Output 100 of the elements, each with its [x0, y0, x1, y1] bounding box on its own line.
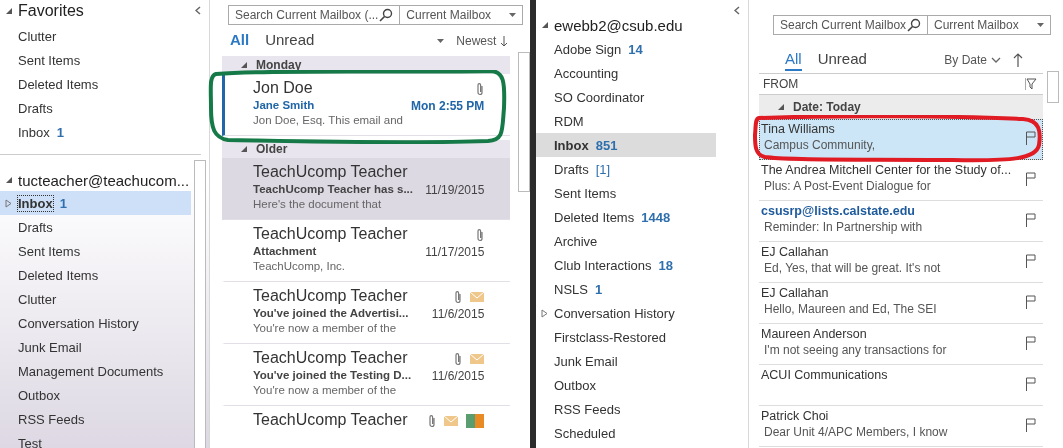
message-item[interactable]: Jon Doe Jane Smith Mon 2:55 PM Jon Doe, Esq. This email and [222, 74, 511, 136]
scope-dropdown[interactable]: Current Mailbox [400, 5, 524, 25]
filter-tab[interactable]: All [230, 31, 250, 52]
folder-item[interactable]: Sent Items [0, 48, 191, 72]
flag-icon[interactable] [1025, 172, 1037, 186]
collapse-pane-icon[interactable] [734, 6, 740, 15]
folder-item[interactable]: Inbox 851 [536, 133, 716, 157]
flag-icon[interactable] [1025, 377, 1037, 391]
filter-icon[interactable] [1025, 78, 1037, 90]
sort-direction-icon[interactable] [1013, 53, 1023, 67]
folder-item[interactable]: Scheduled [536, 421, 716, 445]
group-header[interactable]: Older [256, 142, 288, 156]
folder-item[interactable]: Archive [536, 229, 716, 253]
dropdown-caret-icon[interactable] [1037, 23, 1044, 27]
folder-item[interactable]: Deleted Items 1448 [536, 205, 716, 229]
collapse-triangle-icon[interactable] [240, 61, 248, 69]
account-header[interactable]: tucteacher@teachucom... [18, 171, 190, 189]
message-item[interactable]: csusrp@lists.calstate.edu Reminder: In Partnership with [759, 201, 1043, 242]
folder-item[interactable]: Junk Email [0, 335, 191, 359]
folder-item[interactable]: NSLS 1 [536, 277, 716, 301]
folder-item[interactable]: Deleted Items [0, 263, 191, 287]
folder-item[interactable]: Test [0, 431, 191, 448]
flag-icon[interactable] [1025, 131, 1037, 145]
folder-item[interactable]: Drafts [0, 96, 191, 120]
envelope-icon [444, 416, 459, 426]
folder-item[interactable]: Conversation History [0, 311, 191, 335]
folder-item[interactable]: Management Documents [0, 359, 191, 383]
category-icon [466, 414, 485, 428]
folder-item[interactable]: Inbox 1 [0, 120, 191, 144]
paperclip-icon [476, 82, 485, 96]
message-item[interactable]: TeachUcomp Teacher You've joined the Testing D... 11/6/2015 You're now a member of the [222, 344, 511, 406]
filter-tab[interactable]: Unread [265, 31, 315, 52]
folder-item[interactable]: Accounting [536, 61, 716, 85]
search-icon[interactable] [907, 18, 921, 32]
search-field[interactable]: Search Current Mailbox [773, 15, 928, 35]
folder-item[interactable]: Club Interactions 18 [536, 253, 716, 277]
flag-icon[interactable] [1025, 295, 1037, 309]
dropdown-caret-icon[interactable] [509, 13, 517, 17]
collapse-triangle-icon[interactable] [5, 7, 13, 15]
search-field[interactable]: Search Current Mailbox (... [228, 5, 401, 25]
folder-item[interactable]: Drafts [0, 215, 191, 239]
expand-triangle-icon[interactable] [541, 308, 548, 318]
folder-item[interactable]: RDM [536, 109, 716, 133]
paperclip-icon [454, 352, 463, 366]
folder-item[interactable]: Firstclass-Restored [536, 325, 716, 349]
account-header[interactable]: ewebb2@csub.edu [554, 16, 683, 34]
flag-icon[interactable] [1025, 418, 1037, 432]
message-item[interactable]: TeachUcomp Teacher [222, 406, 511, 448]
folder-item[interactable]: Sent Items [0, 239, 191, 263]
flag-icon[interactable] [1025, 213, 1037, 227]
folder-item[interactable]: SO Coordinator [536, 85, 716, 109]
message-item[interactable]: Maureen Anderson I'm not seeing any transactions for [759, 324, 1043, 365]
collapse-triangle-icon[interactable] [240, 145, 248, 153]
folder-item[interactable]: Outbox [536, 373, 716, 397]
collapse-triangle-icon[interactable] [5, 176, 13, 184]
group-header[interactable]: Date: Today [793, 100, 861, 114]
group-header[interactable]: Monday [256, 58, 302, 72]
message-item[interactable]: EJ Callahan Hello, Maureen and Ed, The SEI [759, 283, 1043, 324]
paperclip-icon [454, 290, 463, 304]
message-item[interactable]: EJ Callahan Ed, Yes, that will be great. It's not [759, 242, 1043, 283]
folder-item[interactable]: RSS Feeds [0, 407, 191, 431]
column-header[interactable]: FROM [763, 77, 799, 91]
account-header[interactable]: Favorites [18, 2, 84, 20]
folder-item[interactable]: Junk Email [536, 349, 716, 373]
folder-item[interactable]: Clutter [0, 287, 191, 311]
folder-item[interactable]: Deleted Items [0, 72, 191, 96]
message-item[interactable]: The Andrea Mitchell Center for the Study of... Plus: A Post-Event Dialogue for [759, 160, 1043, 201]
paperclip-icon [428, 414, 437, 428]
folder-item[interactable]: Adobe Sign 14 [536, 37, 716, 61]
folder-item[interactable]: Outbox [0, 383, 191, 407]
folder-item[interactable]: Inbox 1 [0, 191, 191, 215]
message-item[interactable]: TeachUcomp Teacher You've joined the Advertisi... 11/6/2015 You're now a member of the [222, 282, 511, 344]
scrollbar[interactable] [518, 52, 530, 192]
flag-icon[interactable] [1025, 254, 1037, 268]
folder-item[interactable]: RSS Feeds [536, 397, 716, 421]
folder-item[interactable]: Drafts [1] [536, 157, 716, 181]
folder-item[interactable]: Clutter [0, 24, 191, 48]
sort-button[interactable]: Newest [456, 34, 509, 48]
message-item[interactable]: TeachUcomp Teacher TeachUcomp Teacher has s... 11/19/2015 Here's the document that [222, 158, 511, 220]
dropdown-caret-icon[interactable] [437, 39, 445, 43]
expand-triangle-icon[interactable] [5, 198, 12, 208]
flag-icon[interactable] [1025, 336, 1037, 350]
message-item[interactable]: Patrick Choi Dear Unit 4/APC Members, I know [759, 406, 1043, 447]
folder-item[interactable]: Sent Items [536, 181, 716, 205]
filter-tab[interactable]: All [785, 50, 802, 71]
scope-dropdown[interactable]: Current Mailbox [928, 15, 1051, 35]
filter-tab[interactable]: Unread [817, 50, 867, 71]
folder-item[interactable]: Conversation History [536, 301, 716, 325]
message-item[interactable]: TeachUcomp Teacher Attachment 11/17/2015 TeachUcomp, Inc. [222, 220, 511, 282]
scrollbar[interactable] [194, 160, 206, 448]
message-item[interactable]: ACUI Communications [759, 365, 1043, 406]
collapse-triangle-icon[interactable] [777, 103, 785, 111]
search-icon[interactable] [379, 8, 394, 22]
sort-dropdown[interactable]: By Date [944, 53, 1001, 67]
collapse-triangle-icon[interactable] [541, 21, 549, 29]
paperclip-icon [476, 228, 485, 242]
chevron-down-icon [991, 57, 1001, 63]
collapse-pane-icon[interactable] [195, 6, 201, 15]
scrollbar[interactable] [1047, 71, 1059, 103]
message-item[interactable]: Tina Williams Campus Community, [759, 119, 1043, 160]
